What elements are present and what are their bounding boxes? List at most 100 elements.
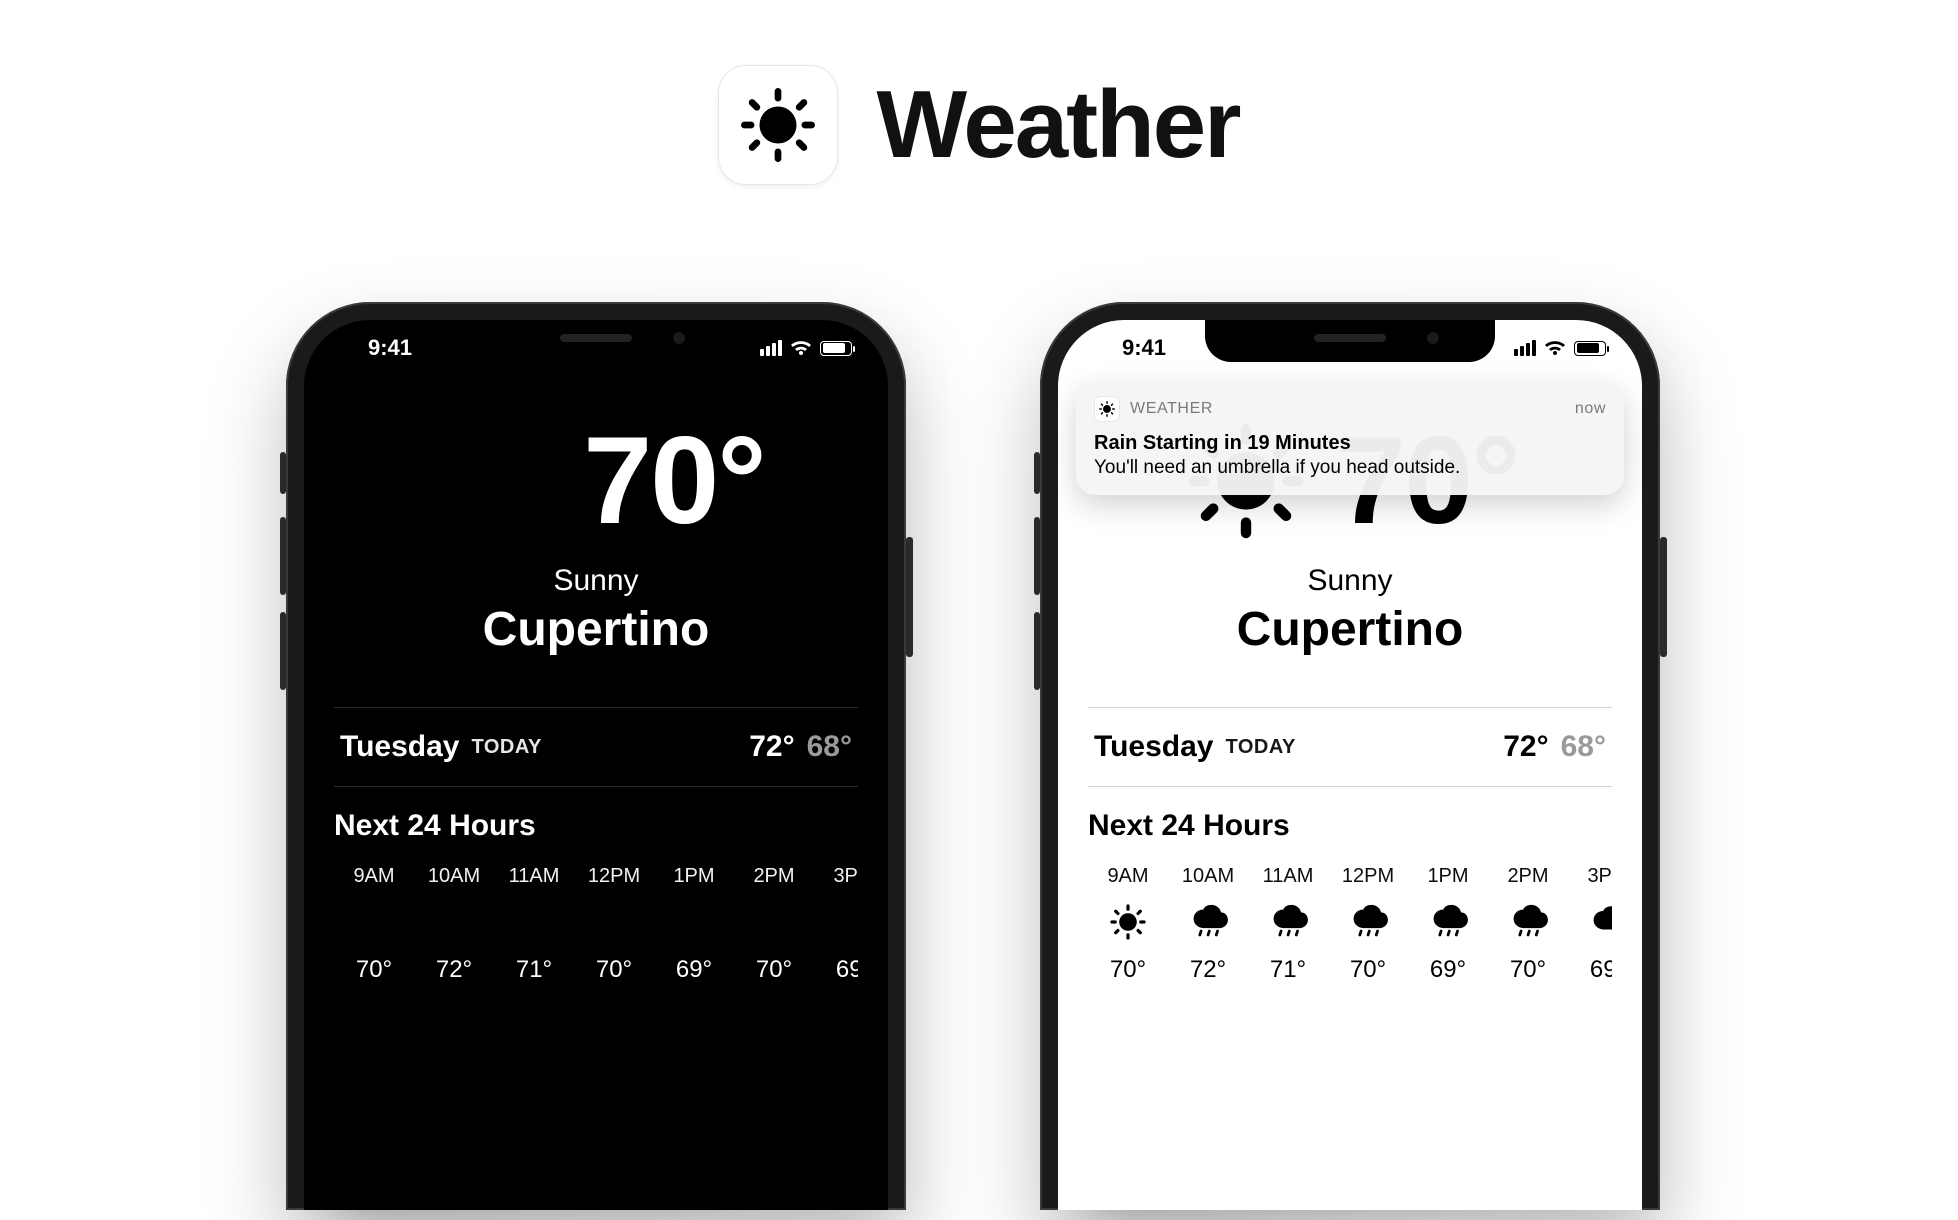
today-label: TODAY — [472, 736, 542, 759]
today-high: 72° — [1503, 730, 1548, 764]
hour-cell[interactable]: 11AM 71° — [494, 865, 574, 984]
current-temp: 70° — [583, 419, 765, 543]
hours-scroller[interactable]: 9AM 70° 10AM 72° 11AM 71° 12PM 70° 1PM 69° 2PM 70° 3… — [1088, 865, 1612, 984]
today-high: 72° — [749, 730, 794, 764]
hour-temp: 71° — [516, 956, 552, 984]
hour-time: 2PM — [1507, 865, 1548, 888]
hour-time: 3PM — [833, 865, 858, 888]
wifi-icon — [1544, 340, 1566, 356]
rain-icon — [1344, 902, 1392, 942]
notch — [1205, 320, 1495, 362]
hour-time: 1PM — [1427, 865, 1468, 888]
sun-icon — [354, 902, 394, 942]
rain-icon — [430, 902, 478, 942]
hour-cell[interactable]: 12PM 70° — [1328, 865, 1408, 984]
status-time: 9:41 — [1094, 335, 1194, 361]
rain-icon — [590, 902, 638, 942]
notification-banner[interactable]: WEATHER now Rain Starting in 19 Minutes … — [1076, 382, 1624, 495]
hour-temp: 71° — [1270, 956, 1306, 984]
hour-time: 2PM — [753, 865, 794, 888]
hour-temp: 70° — [756, 956, 792, 984]
hour-cell[interactable]: 11AM 71° — [1248, 865, 1328, 984]
app-icon-tile — [718, 65, 838, 185]
phone-light: 9:41 WEATHER now Rain Starting in 19 Min… — [1040, 302, 1660, 1210]
hour-time: 11AM — [1263, 865, 1314, 888]
status-time: 9:41 — [340, 335, 440, 361]
hour-time: 12PM — [588, 865, 640, 888]
notification-app-icon — [1094, 396, 1120, 422]
hour-temp: 69° — [836, 956, 858, 984]
hour-time: 12PM — [1342, 865, 1394, 888]
notification-app-name: WEATHER — [1130, 400, 1213, 418]
rain-icon — [670, 902, 718, 942]
current-location: Cupertino — [304, 602, 888, 657]
hour-temp: 69° — [676, 956, 712, 984]
today-label: TODAY — [1226, 736, 1296, 759]
hour-cell[interactable]: 12PM 70° — [574, 865, 654, 984]
hour-time: 11AM — [509, 865, 560, 888]
hour-cell[interactable]: 10AM 72° — [414, 865, 494, 984]
hour-time: 1PM — [673, 865, 714, 888]
hour-temp: 72° — [1190, 956, 1226, 984]
today-row[interactable]: Tuesday TODAY 72° 68° — [334, 707, 858, 787]
sun-icon — [736, 83, 820, 167]
hour-temp: 72° — [436, 956, 472, 984]
hour-cell[interactable]: 1PM 69° — [654, 865, 734, 984]
sun-icon — [427, 416, 557, 546]
next-24-title: Next 24 Hours — [1088, 809, 1612, 843]
hour-temp: 69° — [1430, 956, 1466, 984]
today-low: 68° — [807, 730, 852, 764]
hour-cell[interactable]: 3PM 69° — [814, 865, 858, 984]
cloud-icon — [1584, 904, 1612, 940]
rain-icon — [1504, 902, 1552, 942]
hour-cell[interactable]: 9AM 70° — [334, 865, 414, 984]
hour-time: 3PM — [1587, 865, 1612, 888]
next-24-title: Next 24 Hours — [334, 809, 858, 843]
hour-cell[interactable]: 9AM 70° — [1088, 865, 1168, 984]
app-title-group: Weather — [866, 70, 1239, 180]
app-title: Weather — [876, 70, 1239, 180]
hour-time: 10AM — [1182, 865, 1234, 888]
page-header: Weather — [0, 65, 1958, 185]
battery-icon — [1574, 341, 1606, 356]
battery-icon — [820, 341, 852, 356]
hour-time: 10AM — [428, 865, 480, 888]
rain-icon — [750, 902, 798, 942]
hour-cell[interactable]: 10AM 72° — [1168, 865, 1248, 984]
today-row[interactable]: Tuesday TODAY 72° 68° — [1088, 707, 1612, 787]
hour-temp: 70° — [356, 956, 392, 984]
hour-temp: 70° — [1510, 956, 1546, 984]
screen-dark: 9:41 70° Sunny Cupertino Tuesday TODAY 7… — [304, 320, 888, 1210]
hour-temp: 70° — [596, 956, 632, 984]
hours-scroller[interactable]: 9AM 70° 10AM 72° 11AM 71° 12PM 70° 1PM 69° 2PM 70° 3… — [334, 865, 858, 984]
hour-cell[interactable]: 2PM 70° — [734, 865, 814, 984]
today-low: 68° — [1561, 730, 1606, 764]
notification-body: You'll need an umbrella if you head outs… — [1094, 457, 1606, 479]
today-day: Tuesday — [340, 730, 460, 764]
notification-time: now — [1575, 400, 1606, 418]
hour-temp: 70° — [1350, 956, 1386, 984]
hour-cell[interactable]: 1PM 69° — [1408, 865, 1488, 984]
cellular-icon — [1514, 340, 1536, 356]
current-condition: Sunny — [1058, 564, 1642, 598]
wifi-icon — [790, 340, 812, 356]
screen-light: 9:41 WEATHER now Rain Starting in 19 Min… — [1058, 320, 1642, 1210]
rain-icon — [1264, 902, 1312, 942]
notification-title: Rain Starting in 19 Minutes — [1094, 432, 1606, 455]
hour-temp: 70° — [1110, 956, 1146, 984]
current-condition: Sunny — [304, 564, 888, 598]
today-day: Tuesday — [1094, 730, 1214, 764]
hour-time: 9AM — [353, 865, 394, 888]
rain-icon — [510, 902, 558, 942]
cloud-icon — [830, 904, 858, 940]
hour-temp: 69° — [1590, 956, 1612, 984]
current-location: Cupertino — [1058, 602, 1642, 657]
cellular-icon — [760, 340, 782, 356]
rain-icon — [1424, 902, 1472, 942]
hour-cell[interactable]: 2PM 70° — [1488, 865, 1568, 984]
hour-cell[interactable]: 3PM 69° — [1568, 865, 1612, 984]
next-24-section: Next 24 Hours 9AM 70° 10AM 72° 11AM 71° 12PM 70… — [334, 809, 858, 984]
rain-icon — [1184, 902, 1232, 942]
next-24-section: Next 24 Hours 9AM 70° 10AM 72° 11AM 71° 12PM 70… — [1088, 809, 1612, 984]
hour-time: 9AM — [1107, 865, 1148, 888]
